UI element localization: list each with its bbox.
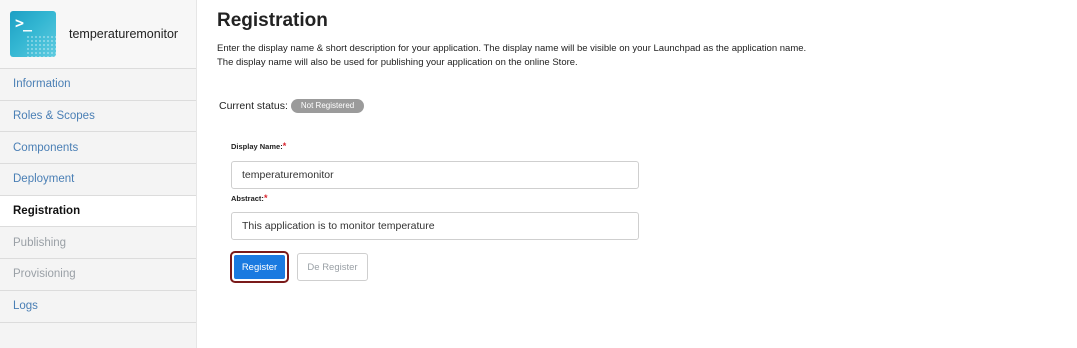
required-marker: *	[263, 193, 268, 203]
sidebar-item-logs[interactable]: Logs	[0, 291, 196, 323]
sidebar-item-roles-scopes[interactable]: Roles & Scopes	[0, 101, 196, 133]
abstract-label: Abstract:*	[231, 193, 267, 203]
status-row: Current status: Not Registered	[219, 99, 365, 113]
display-name-label-text: Display Name:	[231, 142, 283, 151]
sidebar-item-provisioning: Provisioning	[0, 259, 196, 291]
abstract-label-text: Abstract:	[231, 194, 264, 203]
app-icon-glyph: >_	[15, 14, 32, 32]
description-line-2: The display name will also be used for p…	[217, 57, 578, 68]
page-description: Enter the display name & short descripti…	[217, 42, 806, 70]
sidebar-item-publishing: Publishing	[0, 227, 196, 260]
app-name: temperaturemonitor	[69, 27, 179, 41]
terminal-prompt-icon: >_	[10, 11, 56, 57]
display-name-label: Display Name:*	[231, 141, 286, 151]
register-button[interactable]: Register	[230, 251, 289, 283]
display-name-field[interactable]: temperaturemonitor	[231, 161, 639, 189]
status-badge: Not Registered	[290, 99, 365, 113]
sidebar-item-components[interactable]: Components	[0, 132, 196, 165]
sidebar: >_ temperaturemonitor Information Roles …	[0, 0, 197, 348]
page-title: Registration	[217, 10, 328, 31]
sidebar-item-deployment[interactable]: Deployment	[0, 164, 196, 196]
status-label: Current status:	[219, 100, 288, 112]
app-icon-pattern	[26, 35, 56, 57]
required-marker: *	[282, 141, 287, 151]
abstract-field[interactable]: This application is to monitor temperatu…	[231, 212, 639, 240]
app-header: >_ temperaturemonitor	[0, 0, 196, 69]
sidebar-item-information[interactable]: Information	[0, 69, 196, 101]
description-line-1: Enter the display name & short descripti…	[217, 43, 807, 54]
sidebar-item-registration[interactable]: Registration	[0, 195, 196, 228]
deregister-button: De Register	[297, 253, 368, 281]
register-button-label[interactable]: Register	[234, 255, 285, 279]
